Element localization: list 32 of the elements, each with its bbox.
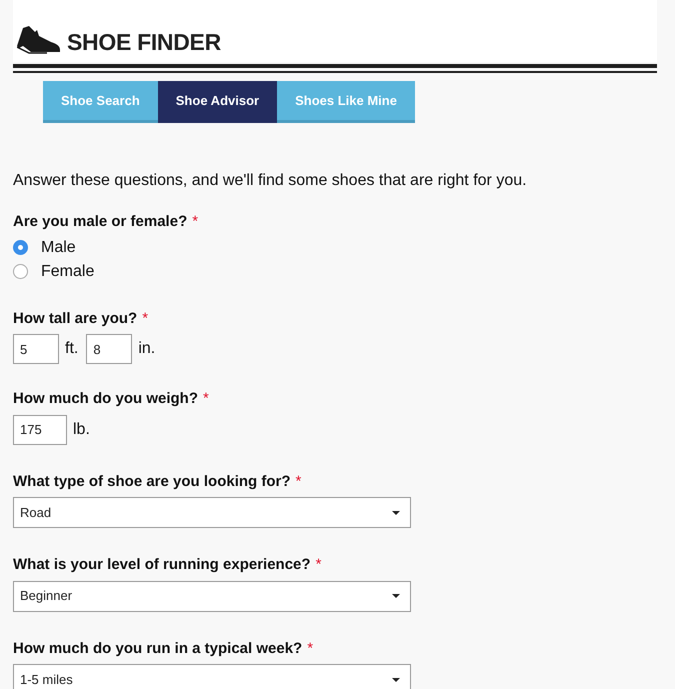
unit-label: ft. <box>65 339 78 359</box>
dropdown[interactable]: Road <box>13 497 411 528</box>
radio-button[interactable] <box>13 240 28 255</box>
question-label: How much do you run in a typical week? <box>13 640 302 658</box>
caret-icon <box>392 678 400 682</box>
tab[interactable]: Shoe Advisor <box>158 81 278 123</box>
required-mark: * <box>192 212 198 232</box>
caret-icon <box>392 510 400 514</box>
option-label: Female <box>41 262 94 282</box>
caret-icon <box>392 594 400 598</box>
question-label: Are you male or female? <box>13 213 188 231</box>
question-label: How much do you weigh? <box>13 390 198 408</box>
site-title: SHOE FINDER <box>67 31 221 54</box>
question-label: How tall are you? <box>13 310 138 328</box>
dropdown[interactable]: Beginner <box>13 580 411 612</box>
question-label: What type of shoe are you looking for? <box>13 472 291 490</box>
radio-button[interactable] <box>13 264 28 279</box>
required-mark: * <box>296 472 302 492</box>
required-mark: * <box>316 555 322 575</box>
required-mark: * <box>142 308 148 328</box>
input-field[interactable]: 5 <box>13 334 59 364</box>
intro-text: Answer these questions, and we'll find some shoes that are right for you. <box>13 171 528 191</box>
option-label: Male <box>41 238 76 258</box>
unit-label: lb. <box>73 420 90 440</box>
shoe-icon <box>17 26 61 54</box>
dropdown[interactable]: 1-5 miles <box>13 664 411 689</box>
input-field[interactable]: 175 <box>13 414 67 444</box>
unit-label: in. <box>138 339 156 359</box>
input-field[interactable]: 8 <box>86 334 132 364</box>
required-mark: * <box>203 389 209 409</box>
required-mark: * <box>307 638 314 658</box>
question-label: What is your level of running experience? <box>13 556 311 574</box>
